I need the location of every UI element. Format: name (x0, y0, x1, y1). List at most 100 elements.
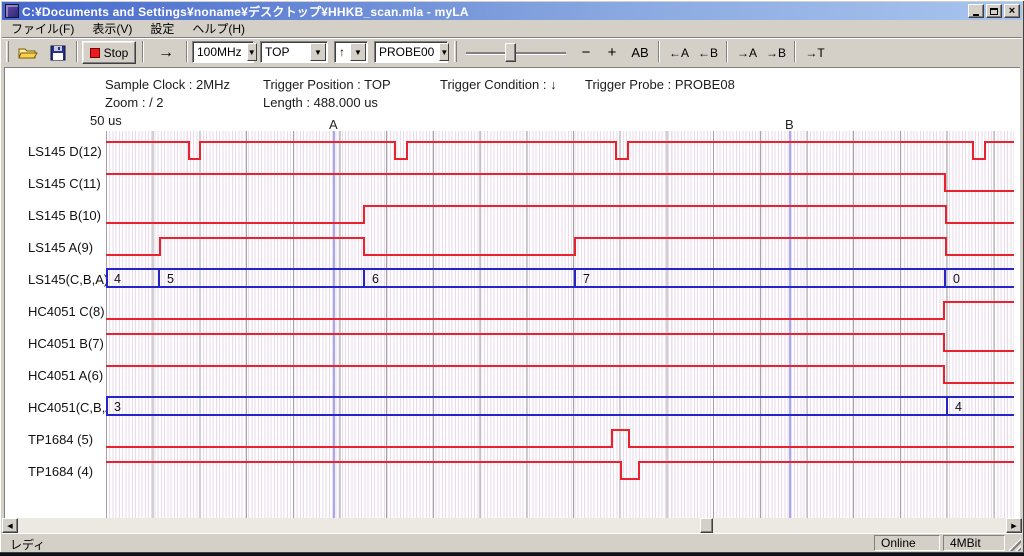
waveform-grid[interactable]: 4 5 6 7 0 3 4 (106, 131, 1014, 518)
bus-value: 4 (114, 272, 121, 286)
floppy-disk-icon (50, 45, 66, 61)
zoom-slider[interactable] (466, 41, 566, 64)
goto-marker-b-left-button[interactable]: ←B (694, 41, 722, 64)
scroll-left-button[interactable]: ◀ (2, 518, 18, 533)
info-trigger-condition: Trigger Condition : ↓ (440, 77, 557, 92)
bus-value: 4 (955, 400, 962, 414)
bus-value: 3 (114, 400, 121, 414)
waveform-trace (106, 430, 1014, 447)
toolbar-gripper[interactable] (6, 41, 9, 62)
slider-thumb[interactable] (505, 43, 516, 62)
waveform-trace (106, 238, 1014, 255)
menu-file[interactable]: ファイル(F) (2, 19, 83, 38)
close-icon: × (1009, 6, 1015, 17)
trigger-edge-value: ↑ (335, 45, 349, 59)
bus-trace (106, 397, 1014, 415)
maximize-button[interactable] (986, 4, 1002, 18)
window-title: C:¥Documents and Settings¥noname¥デスクトップ¥… (22, 3, 968, 20)
slider-track (466, 52, 566, 54)
toolbar: Stop → 100MHz ▼ TOP ▼ ↑ ▼ PROBE00 ▼ − + … (2, 39, 1022, 66)
channel-label: LS145 D(12) (28, 144, 102, 160)
menu-settings[interactable]: 設定 (141, 19, 183, 38)
stop-button[interactable]: Stop (82, 41, 136, 64)
ab-range-button[interactable]: AB (626, 41, 654, 64)
title-bar[interactable]: C:¥Documents and Settings¥noname¥デスクトップ¥… (2, 2, 1022, 20)
menu-view[interactable]: 表示(V) (83, 19, 141, 38)
waveform-trace (106, 142, 1014, 159)
open-file-button[interactable] (14, 41, 42, 64)
marker-label-b[interactable]: B (785, 117, 794, 132)
channel-label: HC4051 B(7) (28, 336, 104, 352)
bus-value: 5 (167, 272, 174, 286)
stop-icon (90, 48, 100, 58)
app-icon (5, 4, 19, 18)
chevron-down-icon[interactable]: ▼ (439, 43, 449, 61)
info-zoom: Zoom : / 2 (105, 95, 164, 110)
status-online-badge: Online (874, 535, 940, 551)
toolbar-separator (76, 41, 78, 62)
bus-value: 6 (372, 272, 379, 286)
sample-clock-value: 100MHz (193, 45, 246, 59)
channel-label: TP1684 (4) (28, 464, 93, 480)
channel-label: HC4051(C,B,A) (28, 400, 118, 416)
sample-clock-select[interactable]: 100MHz ▼ (192, 41, 254, 63)
stop-label: Stop (104, 46, 129, 60)
goto-marker-b-right-button[interactable]: →B (762, 41, 790, 64)
toolbar-separator (186, 41, 188, 62)
run-button[interactable]: → (150, 41, 182, 64)
status-memory-badge: 4MBit (943, 535, 1005, 551)
toolbar-separator (658, 41, 660, 62)
goto-marker-a-left-button[interactable]: ←A (665, 41, 693, 64)
bus-value: 0 (953, 272, 960, 286)
app-window: C:¥Documents and Settings¥noname¥デスクトップ¥… (0, 0, 1024, 556)
trigger-probe-select[interactable]: PROBE00 ▼ (374, 41, 448, 63)
info-length: Length : 488.000 us (263, 95, 378, 110)
close-button[interactable]: × (1004, 4, 1020, 18)
resize-grip[interactable] (1008, 538, 1021, 551)
trigger-position-value: TOP (261, 45, 309, 59)
scroll-right-button[interactable]: ▶ (1006, 518, 1022, 533)
channel-label: LS145 C(11) (28, 176, 101, 192)
channel-label: LS145(C,B,A) (28, 272, 108, 288)
waveform-trace (106, 366, 1014, 383)
toolbar-separator (794, 41, 796, 62)
waveform-trace (106, 462, 1014, 479)
goto-trigger-button[interactable]: →T (801, 41, 829, 64)
menu-bar: ファイル(F) 表示(V) 設定 ヘルプ(H) (2, 20, 1022, 38)
waveform-trace (106, 206, 1014, 223)
channel-label: LS145 A(9) (28, 240, 93, 256)
toolbar-gripper[interactable] (454, 41, 457, 62)
status-ready-text: レディ (10, 536, 45, 553)
open-folder-icon (18, 45, 38, 61)
channel-label: HC4051 A(6) (28, 368, 103, 384)
minimize-button[interactable] (968, 4, 984, 18)
chevron-down-icon[interactable]: ▼ (247, 43, 257, 61)
info-trigger-position: Trigger Position : TOP (263, 77, 391, 92)
status-bar: レディ Online 4MBit (2, 533, 1022, 552)
menu-help[interactable]: ヘルプ(H) (183, 19, 254, 38)
zoom-out-button[interactable]: − (574, 41, 598, 64)
waveform-canvas[interactable]: 4 5 6 7 0 3 4 (106, 131, 1014, 518)
horizontal-scrollbar[interactable]: ◀ ▶ (2, 518, 1022, 533)
minimize-icon (973, 14, 979, 16)
channel-label: HC4051 C(8) (28, 304, 105, 320)
chevron-down-icon[interactable]: ▼ (310, 43, 326, 61)
save-file-button[interactable] (44, 41, 72, 64)
zoom-in-button[interactable]: + (600, 41, 624, 64)
bus-trace (106, 269, 1014, 287)
bus-value: 7 (583, 272, 590, 286)
chevron-down-icon[interactable]: ▼ (350, 43, 366, 61)
trigger-edge-select[interactable]: ↑ ▼ (334, 41, 368, 63)
info-sample-clock: Sample Clock : 2MHz (105, 77, 230, 92)
waveform-trace (106, 302, 1014, 319)
scrollbar-thumb[interactable] (700, 518, 713, 533)
channel-label: TP1684 (5) (28, 432, 93, 448)
goto-marker-a-right-button[interactable]: →A (733, 41, 761, 64)
trigger-position-select[interactable]: TOP ▼ (260, 41, 328, 63)
window-controls: × (968, 4, 1020, 18)
marker-label-a[interactable]: A (329, 117, 338, 132)
info-trigger-probe: Trigger Probe : PROBE08 (585, 77, 735, 92)
maximize-icon (990, 8, 998, 15)
window-bottom-edge (0, 552, 1024, 556)
time-scale-label: 50 us (90, 113, 122, 128)
